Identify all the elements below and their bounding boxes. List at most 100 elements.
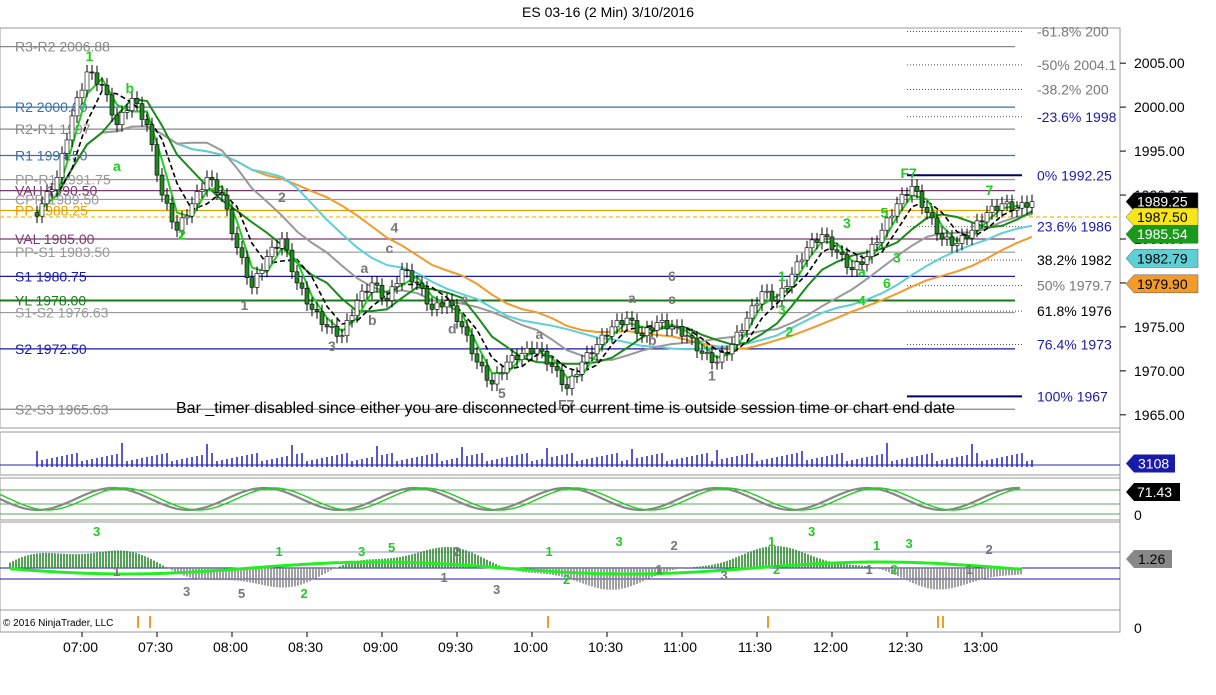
candle-body [974,220,980,231]
candle-body [684,335,690,337]
fib-label: -38.2% 200 [1037,82,1109,98]
candle-body [124,110,130,113]
price-axis: 2005.002000.001995.001990.001985.001980.… [1119,28,1185,632]
wave-labels: 1ba2213a4cbed5aF7a c6b11323a4563F77 [86,48,994,412]
candle-body [914,185,920,192]
hist-label: 1 [966,562,973,577]
x-tick-label: 09:30 [438,639,473,655]
x-tick-label: 11:00 [663,639,697,655]
candle-body [929,212,935,219]
candle-body [714,361,720,364]
candle-body [459,321,465,328]
wave-label: 3 [778,301,786,317]
fib-label: 0% 1992.25 [1037,167,1112,183]
hist-label: 3 [616,534,623,549]
candle-body [809,239,815,249]
candle-body [804,247,810,261]
candle-body [519,352,525,361]
candle-body [559,369,565,385]
candle-body [744,317,750,331]
hist-label: 2 [563,572,570,587]
candle-body [944,236,950,240]
candle-body [194,191,200,205]
candle-body [834,249,840,253]
candle-body [189,203,195,217]
hist-label: 3 [358,544,365,559]
candle-body [109,94,115,116]
candle-body [939,233,945,240]
candle-body [534,348,540,355]
hist-label: 3 [183,584,190,599]
candle-body [494,372,500,385]
candle-body [769,290,775,302]
x-tick-label: 07:00 [63,639,98,655]
candle-body [324,324,330,328]
candle-body [364,290,370,293]
wave-label: b [126,80,135,96]
wave-label: 4 [391,220,399,236]
hist-label: 1 [441,570,448,585]
osc-tag-label: 71.43 [1137,484,1172,500]
candle-body [454,305,460,322]
wave-label: a [113,158,121,174]
candle-body [634,320,640,334]
candle-body [959,235,965,244]
candle-body [989,205,995,213]
hist-label: 1 [768,534,775,549]
chart-canvas: R3-R2 2006.88R2 2000.00R2-R1 1997R1 1994… [0,24,1199,655]
candle-body [84,71,90,91]
fib-label: 61.8% 1976 [1037,303,1112,319]
candle-body [729,344,735,355]
candle-body [59,153,65,178]
candle-body [309,303,315,310]
candle-body [794,261,800,275]
candle-body [564,384,570,389]
y-tick-label: 1995.00 [1134,143,1185,159]
candle-body [719,352,725,363]
panel-frame [0,609,1121,633]
moving-averages [36,76,1033,379]
candle-body [814,239,820,243]
candle-body [234,233,240,249]
fib-label: -23.6% 1998 [1037,109,1117,125]
level-label: S1 1980.75 [15,268,87,284]
fib-label: 38.2% 1982 [1037,252,1112,268]
candle-body [379,284,385,299]
candle-body [64,139,70,154]
candle-body [359,290,365,301]
candle-body [604,334,610,337]
candle-body [419,282,425,289]
candle-body [169,202,175,223]
candle-body [1029,201,1035,208]
x-tick-label: 07:30 [138,639,173,655]
y-tick-label: 1970.00 [1134,363,1185,379]
x-tick-label: 10:00 [513,639,548,655]
candle-body [879,229,885,243]
candle-body [474,353,480,363]
osc-line-slow [0,486,1020,512]
candle-body [614,320,620,328]
x-tick-label: 08:30 [288,639,323,655]
wave-label: 2 [278,189,286,205]
osc-axis-label: 0 [1134,507,1142,523]
hist-label: 1 [866,562,873,577]
candle-body [349,315,355,321]
wave-label: 1 [86,48,94,64]
candle-body [469,334,475,355]
volume-tag-label: 3108 [1138,456,1169,472]
candle-body [509,355,515,363]
candle-body [214,179,220,193]
candle-body [789,273,795,287]
chart-title: ES 03-16 (2 Min) 3/10/2016 [522,4,694,20]
level-label: PP 1988.25 [15,202,88,218]
pivot-levels: R3-R2 2006.88R2 2000.00R2-R1 1997R1 1994… [0,39,1120,417]
candle-body [779,287,785,301]
candle-body [694,337,700,352]
candle-body [524,347,530,354]
candle-body [429,303,435,310]
candle-body [829,236,835,251]
candle-body [74,97,80,117]
candle-body [149,124,155,145]
candle-body [964,235,970,239]
hist-label: 1 [276,544,283,559]
